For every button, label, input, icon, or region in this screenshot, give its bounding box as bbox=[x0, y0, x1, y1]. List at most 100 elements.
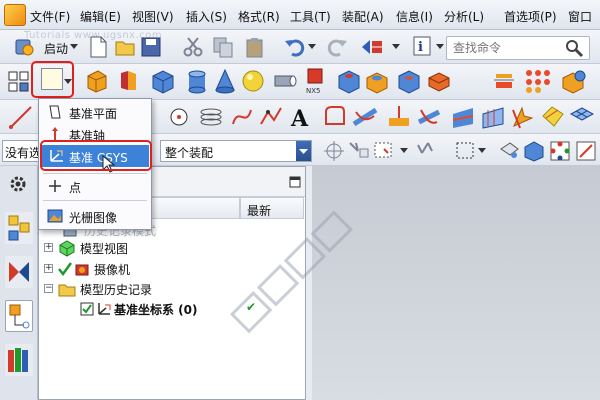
collapse-icon[interactable]: − bbox=[44, 284, 53, 293]
raster-image-icon bbox=[47, 209, 63, 223]
select-vertex-icon[interactable] bbox=[548, 139, 572, 163]
mesh-curve-icon[interactable] bbox=[568, 104, 596, 130]
assembly-navigator-icon bbox=[8, 215, 30, 241]
menu-item-raster-image[interactable]: 光栅图像 bbox=[39, 205, 151, 227]
menu-view[interactable]: 视图(V) bbox=[132, 8, 174, 25]
folder-open-icon bbox=[58, 284, 76, 297]
cut-icon[interactable] bbox=[182, 36, 204, 58]
menu-item-label: 基准平面 bbox=[69, 107, 118, 121]
isoparametric-curve-icon[interactable] bbox=[450, 104, 476, 130]
maximize-icon[interactable] bbox=[289, 176, 301, 188]
save-icon[interactable] bbox=[140, 36, 162, 58]
intersect-curve-icon[interactable] bbox=[416, 104, 442, 130]
offset-curve-icon[interactable] bbox=[322, 104, 346, 130]
gear-icon[interactable] bbox=[8, 174, 28, 194]
line-icon[interactable] bbox=[8, 104, 34, 130]
menu-info[interactable]: 信息(I) bbox=[396, 8, 433, 25]
boss-icon[interactable] bbox=[364, 68, 390, 94]
info-chevron-icon[interactable] bbox=[436, 42, 444, 50]
menu-item-datum-plane[interactable]: 基准平面 bbox=[39, 101, 151, 123]
reuse-library-icon bbox=[8, 348, 28, 372]
open-folder-icon[interactable] bbox=[114, 36, 136, 58]
csys-icon bbox=[98, 303, 111, 315]
graphics-window[interactable] bbox=[312, 166, 600, 400]
repeat-chevron-icon[interactable] bbox=[392, 42, 400, 50]
expand-icon[interactable]: + bbox=[44, 264, 53, 273]
lasso-chevron-icon[interactable] bbox=[478, 146, 486, 154]
filter-select-icon[interactable] bbox=[414, 139, 438, 163]
part-navigator-tab[interactable] bbox=[5, 300, 33, 332]
combine-bodies-icon[interactable] bbox=[560, 68, 588, 94]
extrude-icon[interactable] bbox=[84, 68, 110, 94]
spline-icon[interactable] bbox=[230, 104, 254, 130]
pattern-feature-icon[interactable] bbox=[524, 68, 552, 94]
nx5-feature-icon[interactable]: NX5 bbox=[304, 66, 332, 96]
checkbox-checked-icon[interactable] bbox=[80, 302, 94, 316]
menu-item-label: 光栅图像 bbox=[69, 211, 118, 225]
quick-pick-icon[interactable] bbox=[346, 139, 372, 163]
selection-scope-select[interactable]: 整个装配 bbox=[160, 140, 312, 162]
menu-tools[interactable]: 工具(T) bbox=[290, 8, 331, 25]
app-logo-icon bbox=[4, 4, 26, 26]
constraint-navigator-icon bbox=[9, 262, 29, 282]
assembly-layout-icon[interactable] bbox=[8, 70, 30, 94]
law-curve-icon[interactable] bbox=[258, 104, 284, 130]
pad-icon[interactable] bbox=[426, 68, 452, 94]
start-icon[interactable] bbox=[14, 36, 36, 58]
sphere-icon[interactable] bbox=[240, 68, 266, 94]
chevron-down-icon[interactable] bbox=[70, 42, 78, 50]
menu-edit[interactable]: 编辑(E) bbox=[80, 8, 121, 25]
helix-icon[interactable] bbox=[198, 106, 224, 128]
select-feature-icon[interactable] bbox=[498, 139, 522, 163]
revolve-icon[interactable] bbox=[116, 68, 142, 94]
snap-point-icon[interactable] bbox=[322, 139, 346, 163]
tree-row-model-views[interactable]: + 模型视图 bbox=[40, 238, 300, 258]
copy-icon[interactable] bbox=[212, 36, 234, 58]
hole-icon[interactable] bbox=[336, 68, 362, 94]
undo-icon[interactable] bbox=[284, 36, 306, 58]
expand-icon[interactable]: + bbox=[44, 243, 53, 252]
select-edge-icon[interactable] bbox=[574, 139, 598, 163]
lasso-select-icon[interactable] bbox=[454, 139, 480, 163]
reuse-library-tab[interactable] bbox=[5, 344, 33, 376]
undo-list-chevron-icon[interactable] bbox=[308, 42, 316, 50]
cylinder-icon[interactable] bbox=[184, 68, 210, 94]
assembly-navigator-tab[interactable] bbox=[5, 212, 33, 244]
block-icon[interactable] bbox=[150, 68, 176, 94]
search-icon[interactable] bbox=[564, 38, 584, 58]
svg-text:A: A bbox=[290, 106, 309, 130]
constraint-navigator-tab[interactable] bbox=[5, 256, 33, 288]
repeat-command-icon[interactable] bbox=[360, 36, 384, 58]
project-curve-icon[interactable] bbox=[386, 104, 412, 130]
menu-file[interactable]: 文件(F) bbox=[30, 8, 70, 25]
start-button[interactable]: 启动 bbox=[44, 40, 68, 57]
redo-icon[interactable] bbox=[326, 36, 348, 58]
select-body-icon[interactable] bbox=[522, 139, 546, 163]
column-header-latest[interactable]: 最新 bbox=[240, 197, 304, 219]
selection-scope-dropdown-arrow[interactable] bbox=[296, 141, 311, 161]
callout-box-csys-item bbox=[40, 140, 152, 171]
cone-icon[interactable] bbox=[212, 68, 238, 94]
menu-format[interactable]: 格式(R) bbox=[238, 8, 280, 25]
extract-curve-icon[interactable] bbox=[510, 104, 536, 130]
type-filter-select[interactable]: 没有选 bbox=[2, 140, 42, 162]
point-set-icon[interactable] bbox=[168, 106, 190, 128]
menu-analysis[interactable]: 分析(L) bbox=[444, 8, 484, 25]
menu-item-point[interactable]: 点 bbox=[39, 175, 151, 197]
menu-preferences[interactable]: 首选项(P) bbox=[504, 8, 557, 25]
section-curve-icon[interactable] bbox=[480, 104, 506, 130]
select-mode-chevron-icon[interactable] bbox=[400, 146, 408, 154]
text-icon[interactable]: A bbox=[290, 104, 312, 130]
menu-assembly[interactable]: 装配(A) bbox=[342, 8, 384, 25]
info-window-icon[interactable]: i bbox=[412, 35, 436, 59]
emboss-icon[interactable] bbox=[492, 68, 518, 94]
menu-insert[interactable]: 插入(S) bbox=[186, 8, 227, 25]
paste-icon[interactable] bbox=[244, 36, 266, 58]
bridge-curve-icon[interactable] bbox=[352, 104, 378, 130]
surface-curve-icon[interactable] bbox=[540, 104, 566, 130]
new-file-icon[interactable] bbox=[88, 36, 108, 58]
menu-window[interactable]: 窗口 bbox=[568, 8, 592, 25]
pocket-icon[interactable] bbox=[396, 68, 422, 94]
tube-icon[interactable] bbox=[272, 68, 298, 94]
rectangle-select-icon[interactable] bbox=[372, 139, 400, 163]
